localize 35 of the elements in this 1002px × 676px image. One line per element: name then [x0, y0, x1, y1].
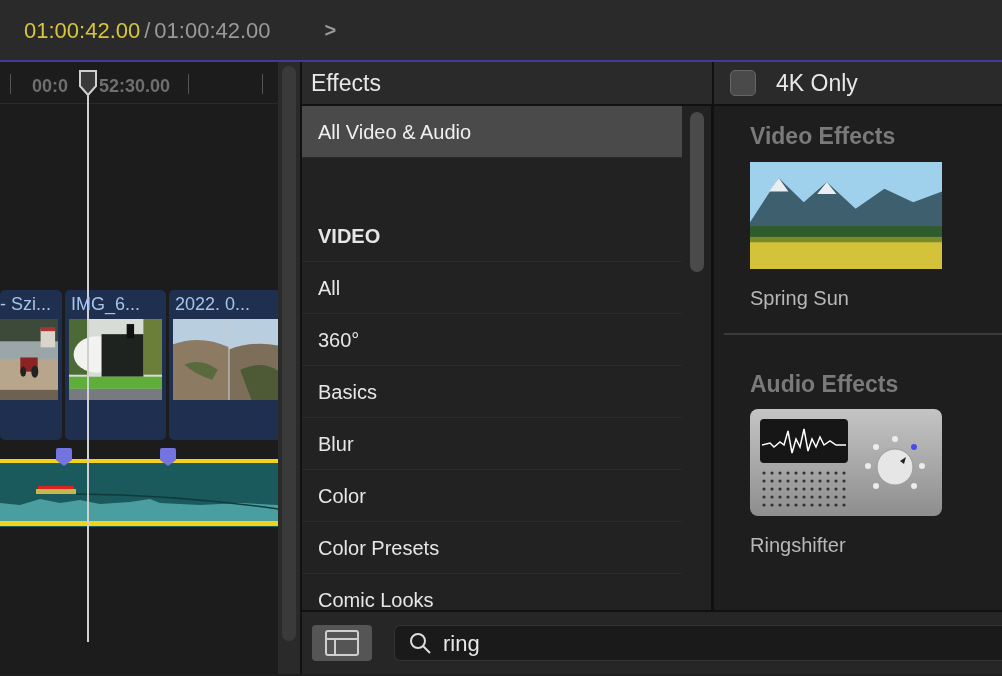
- marker-icon[interactable]: [56, 448, 72, 466]
- category-item[interactable]: Blur: [302, 418, 682, 470]
- effect-name: Ringshifter: [750, 533, 847, 558]
- forward-button[interactable]: >: [324, 15, 337, 45]
- category-item[interactable]: Color: [302, 470, 682, 522]
- category-item[interactable]: 360°: [302, 314, 682, 366]
- category-item[interactable]: Color Presets: [302, 522, 682, 574]
- audio-waveform-drawing[interactable]: [0, 459, 278, 527]
- search-icon: [409, 632, 431, 654]
- video-clip[interactable]: 2022. 0...: [169, 290, 278, 440]
- ruler-timecode: 52:30.00: [99, 75, 171, 98]
- audio-device-drawing[interactable]: [750, 409, 942, 516]
- ruler-timecode: 00:0: [32, 75, 69, 98]
- category-item[interactable]: Basics: [302, 366, 682, 418]
- category-item[interactable]: All Video & Audio: [302, 106, 682, 158]
- timecode-separator: /: [144, 16, 151, 45]
- effect-name: Spring Sun: [750, 285, 850, 311]
- checkbox-label: 4K Only: [776, 68, 858, 98]
- checkbox[interactable]: [730, 70, 756, 96]
- video-clip[interactable]: - Szi...: [0, 290, 62, 440]
- playhead-icon[interactable]: [78, 70, 98, 96]
- category-header: VIDEO: [302, 210, 682, 262]
- layout-toggle-button[interactable]: [312, 625, 372, 661]
- section-heading: Audio Effects: [750, 369, 900, 399]
- search-field[interactable]: ring: [394, 625, 1002, 661]
- current-timecode: 01:00:42.00: [24, 16, 141, 45]
- scrollbar-thumb[interactable]: [689, 112, 704, 272]
- sidebar-title: Effects: [311, 68, 381, 98]
- clip-title: - Szi...: [0, 293, 52, 316]
- total-timecode: 01:00:42.00: [154, 16, 271, 45]
- clip-title: 2022. 0...: [174, 293, 252, 316]
- section-heading: Video Effects: [750, 122, 897, 151]
- category-item[interactable]: All: [302, 262, 682, 314]
- marker-icon[interactable]: [160, 448, 176, 466]
- sidebar-layout-icon: [325, 630, 359, 656]
